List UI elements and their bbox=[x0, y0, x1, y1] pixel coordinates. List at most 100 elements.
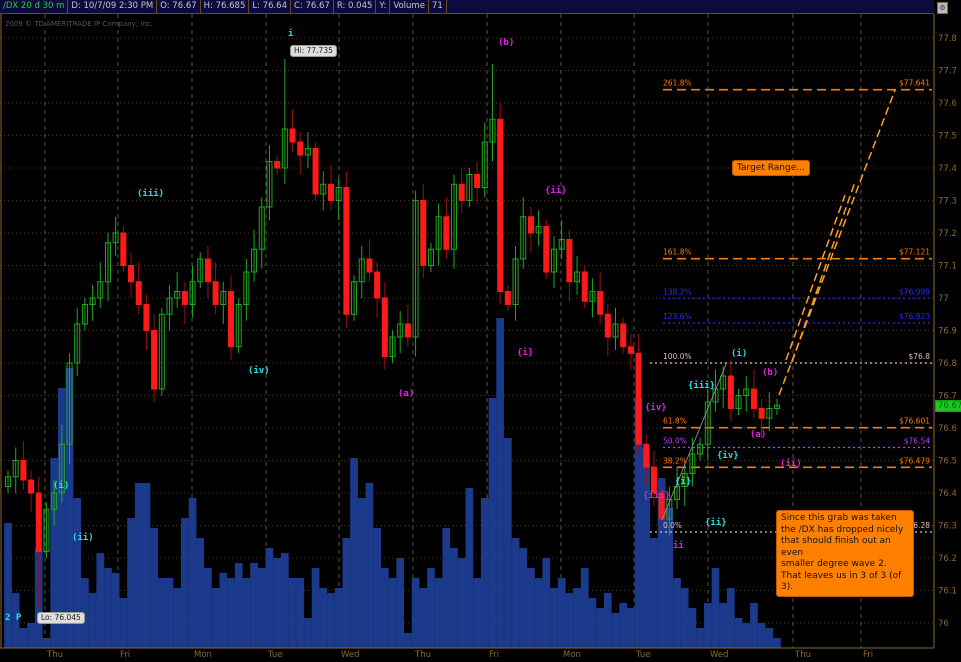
fib-pct-label: 0.0% bbox=[663, 521, 682, 530]
x-tick-label: Wed bbox=[341, 650, 360, 660]
candle-down bbox=[635, 352, 642, 445]
candle-down bbox=[581, 271, 588, 302]
volume-bar bbox=[296, 578, 305, 648]
y-tick-label: 76.8 bbox=[938, 359, 957, 369]
wave-label: i bbox=[288, 28, 294, 39]
volume-bar bbox=[280, 553, 289, 648]
candle-down bbox=[143, 304, 150, 331]
y-tick-label: 76.1 bbox=[938, 587, 957, 597]
volume-bar bbox=[465, 488, 474, 648]
volume-bar bbox=[181, 518, 189, 648]
note-line: Since this grab was taken bbox=[781, 513, 897, 523]
volume-bar bbox=[719, 603, 728, 648]
volume-bar bbox=[619, 603, 628, 648]
volume-bar bbox=[380, 568, 389, 648]
target-projection-line bbox=[791, 181, 856, 363]
volume-bar bbox=[42, 638, 51, 648]
y-tick-label: 76 bbox=[938, 619, 949, 629]
fib-price-label: $77.641 bbox=[899, 79, 930, 88]
volume-bar bbox=[442, 528, 451, 648]
volume-bar bbox=[88, 593, 97, 648]
x-tick-label: Thu bbox=[46, 650, 63, 660]
y-tick-label: 76.3 bbox=[938, 522, 957, 532]
volume-bar bbox=[373, 528, 381, 648]
x-tick-label: Tue bbox=[267, 650, 283, 660]
y-tick-label: 77.6 bbox=[938, 99, 957, 109]
fib-price-label: $76.54 bbox=[904, 437, 930, 446]
volume-bar bbox=[288, 578, 297, 648]
y-tick-label: 76.6 bbox=[938, 424, 957, 434]
candle-down bbox=[627, 346, 634, 354]
wave-label: {ii} bbox=[545, 185, 567, 196]
candle-down bbox=[35, 492, 42, 552]
volume-bar bbox=[734, 618, 743, 648]
volume-bar bbox=[627, 608, 635, 648]
wave-label: (a) bbox=[750, 430, 766, 440]
x-tick-label: Thu bbox=[794, 650, 811, 660]
y-tick-label: 77.1 bbox=[938, 262, 957, 272]
volume-bar bbox=[350, 458, 358, 648]
fib-price-label: $77.121 bbox=[899, 248, 930, 257]
wave-label: {ii} bbox=[705, 517, 727, 528]
volume-bar bbox=[204, 568, 212, 648]
volume-bar bbox=[457, 558, 466, 648]
candle-down bbox=[20, 460, 27, 481]
volume-bar bbox=[396, 558, 405, 648]
wave-label: (iv) bbox=[248, 365, 270, 376]
target-projection-line bbox=[785, 194, 846, 361]
wave-label: (i) bbox=[731, 348, 747, 359]
y-tick-label: 77.3 bbox=[938, 197, 957, 207]
volume-bar bbox=[19, 628, 28, 648]
candle-down bbox=[650, 466, 657, 494]
volume-bar bbox=[342, 538, 351, 648]
candle-down bbox=[443, 216, 450, 250]
fib-pct-label: 50.0% bbox=[663, 437, 687, 446]
volume-bar bbox=[680, 588, 689, 648]
candle-down bbox=[620, 323, 627, 348]
candle-down bbox=[758, 408, 765, 419]
volume-bar bbox=[511, 538, 520, 648]
x-tick-label: Mon bbox=[563, 650, 581, 660]
x-tick-label: Fri bbox=[489, 650, 499, 660]
candle-down bbox=[28, 479, 35, 494]
y-tick-label: 77.7 bbox=[938, 67, 957, 77]
note-line: the /DX has dropped nicely bbox=[781, 524, 904, 535]
candle-down bbox=[135, 281, 142, 305]
volume-bar bbox=[242, 578, 251, 648]
fib-pct-label: 61.8% bbox=[663, 417, 687, 426]
wave-label: (iii) bbox=[137, 188, 164, 199]
candle-down bbox=[204, 258, 211, 283]
candle-down bbox=[381, 297, 388, 357]
x-tick-label: Wed bbox=[710, 650, 729, 660]
candle-down bbox=[497, 118, 504, 292]
volume-bar bbox=[227, 578, 235, 648]
volume-bar bbox=[450, 548, 458, 648]
volume-bar bbox=[127, 518, 135, 648]
volume-bar bbox=[696, 628, 704, 648]
volume-bar bbox=[573, 588, 581, 648]
candle-down bbox=[151, 330, 158, 390]
candle-down bbox=[458, 183, 465, 201]
candle-down bbox=[128, 265, 135, 283]
candle-down bbox=[327, 183, 334, 201]
volume-bar bbox=[765, 628, 774, 648]
y-tick-label: 77.2 bbox=[938, 229, 957, 239]
candle-down bbox=[274, 161, 281, 169]
wave-label: (ii) bbox=[780, 458, 802, 469]
volume-bar bbox=[165, 578, 174, 648]
candle-down bbox=[120, 232, 127, 266]
volume-bar bbox=[688, 608, 697, 648]
volume-bar bbox=[742, 623, 751, 648]
volume-bar bbox=[250, 563, 258, 648]
volume-bar bbox=[750, 603, 758, 648]
volume-bar bbox=[557, 578, 566, 648]
volume-bar bbox=[542, 558, 551, 648]
volume-bar bbox=[427, 568, 435, 648]
y-tick-label: 77.4 bbox=[938, 164, 957, 174]
wave-label: (i) bbox=[53, 480, 69, 491]
fib-price-label: $76.8 bbox=[909, 352, 931, 361]
volume-bar bbox=[111, 573, 120, 648]
volume-bar bbox=[173, 588, 182, 648]
candle-down bbox=[597, 291, 604, 315]
volume-bar bbox=[319, 588, 328, 648]
